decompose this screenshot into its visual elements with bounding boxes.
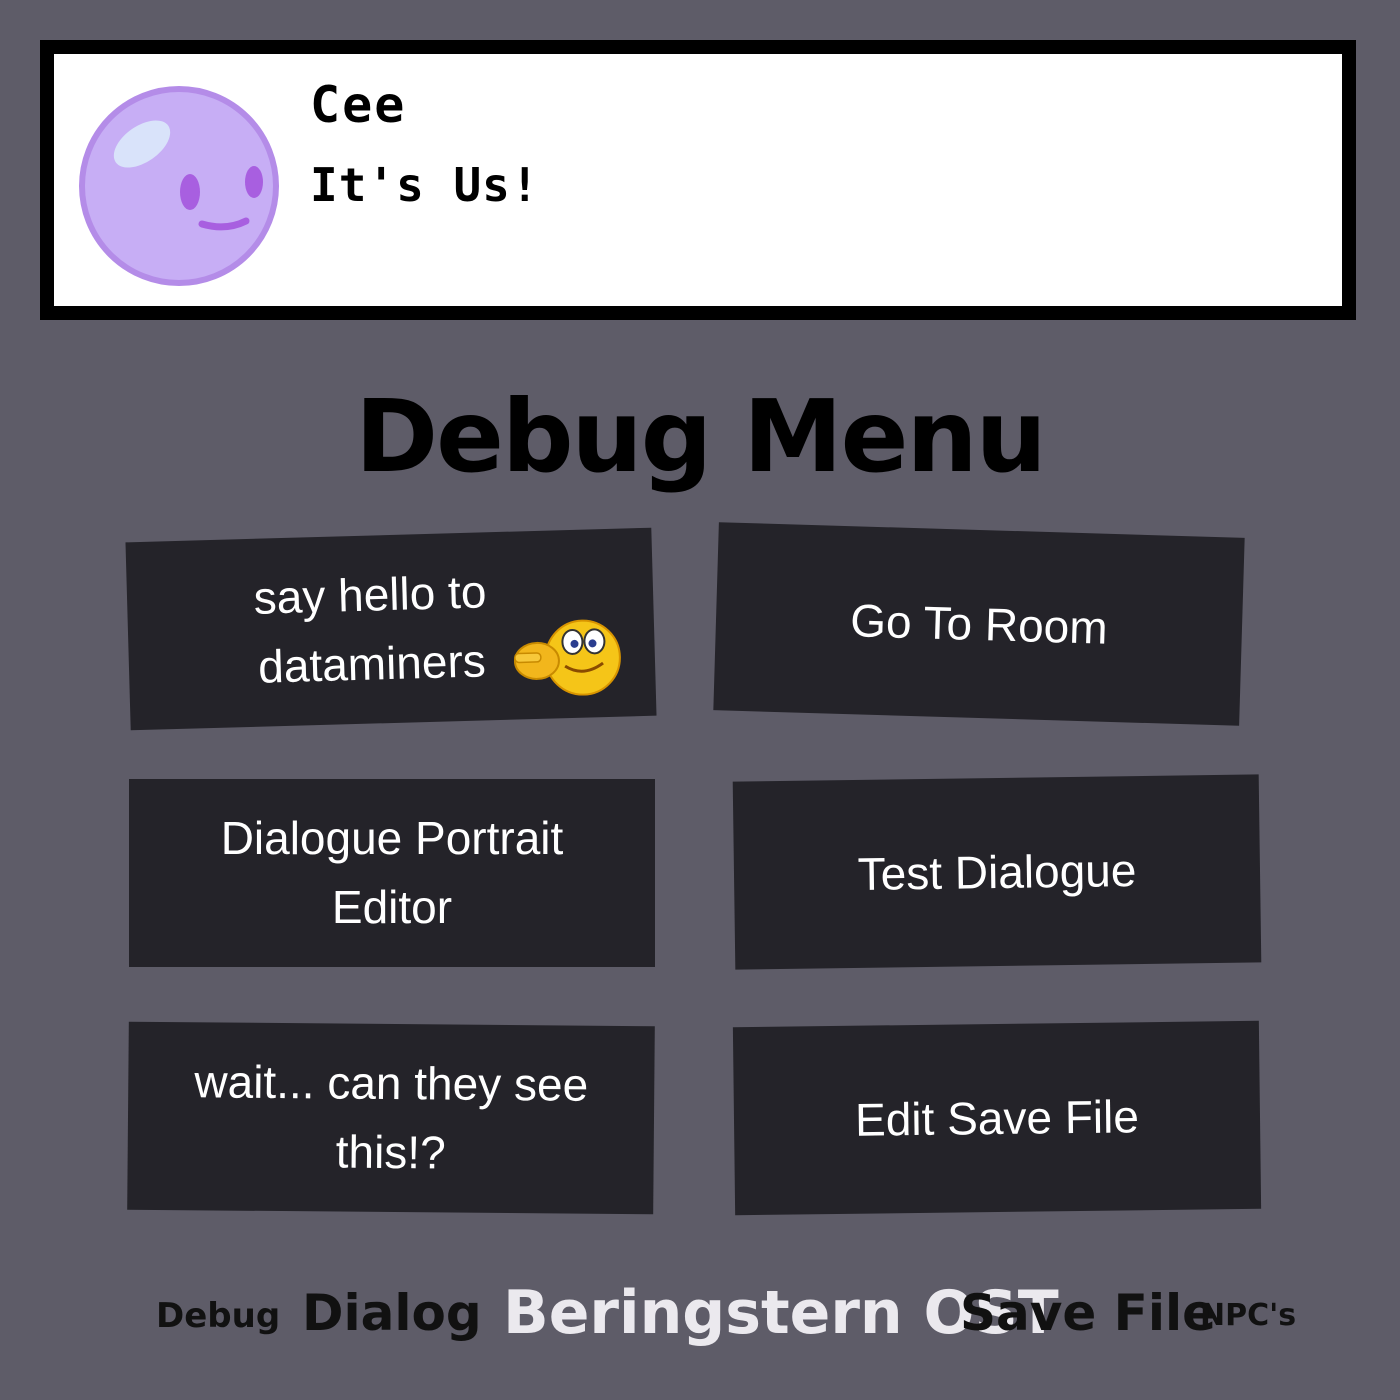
dialogue-box: Cee It's Us! xyxy=(40,40,1356,320)
go-to-room-button[interactable]: Go To Room xyxy=(713,522,1245,726)
page-title: Debug Menu xyxy=(355,378,1047,495)
go-to-room-label: Go To Room xyxy=(849,593,1109,654)
pointing-smiley-emoji-icon xyxy=(513,619,621,696)
nav-tab-save-file[interactable]: Save File xyxy=(960,1284,1216,1342)
portrait-editor-button[interactable]: Dialogue Portrait Editor xyxy=(129,779,655,967)
cee-portrait-icon xyxy=(79,86,279,286)
nav-tab-npcs[interactable]: NPC's xyxy=(1200,1298,1296,1333)
test-dialogue-label: Test Dialogue xyxy=(857,843,1137,900)
dialogue-panel: Cee It's Us! xyxy=(54,54,1342,306)
test-dialogue-button[interactable]: Test Dialogue xyxy=(732,774,1262,970)
secret-message-label: wait... can they see this!? xyxy=(194,1055,589,1179)
edit-save-file-label: Edit Save File xyxy=(854,1089,1140,1146)
secret-message-button[interactable]: wait... can they see this!? xyxy=(127,1021,655,1215)
dialogue-text: It's Us! xyxy=(310,158,540,212)
say-hello-button[interactable]: say hello to dataminers xyxy=(125,527,657,731)
speaker-name: Cee xyxy=(310,76,407,134)
nav-tab-debug[interactable]: Debug xyxy=(156,1296,280,1336)
portrait-editor-label: Dialogue Portrait Editor xyxy=(220,812,564,933)
nav-tab-dialog[interactable]: Dialog xyxy=(302,1284,482,1342)
edit-save-file-button[interactable]: Edit Save File xyxy=(732,1020,1262,1216)
